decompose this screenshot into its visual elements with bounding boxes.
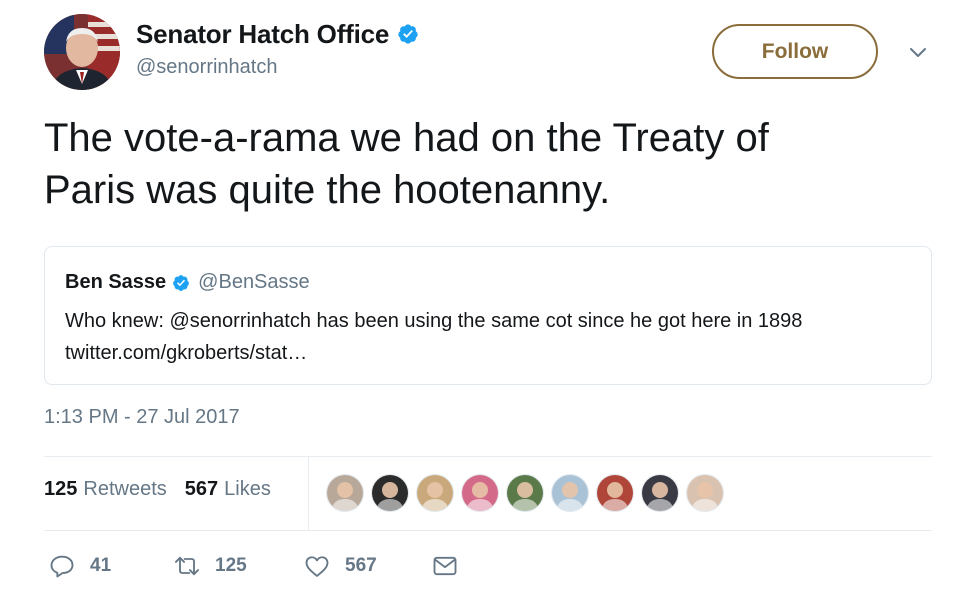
liker-avatar[interactable] [551, 474, 589, 512]
retweet-icon [174, 556, 200, 576]
quoted-link[interactable]: twitter.com/gkroberts/stat… [65, 337, 915, 369]
liker-avatar[interactable] [416, 474, 454, 512]
reply-count: 41 [90, 555, 112, 576]
reply-button[interactable]: 41 [48, 552, 173, 580]
author-info: Senator Hatch Office @senorrinhatch [136, 18, 419, 79]
quoted-tweet-header: Ben Sasse @BenSasse [65, 271, 310, 294]
tweet-stats: 125 Retweets 567 Likes [44, 478, 289, 501]
chevron-down-icon[interactable] [906, 40, 930, 64]
tweet-text-line: The vote-a-rama we had on the Treaty of [44, 116, 769, 160]
author-avatar[interactable] [44, 14, 120, 90]
liker-avatar[interactable] [371, 474, 409, 512]
retweets-count: 125 [44, 478, 78, 500]
retweets-label: Retweets [83, 478, 167, 500]
direct-message-button[interactable] [431, 552, 459, 580]
likes-count: 567 [184, 478, 219, 500]
liker-avatar[interactable] [641, 474, 679, 512]
quoted-tweet[interactable]: Ben Sasse @BenSasse Who knew: @senorrinh… [44, 246, 932, 385]
liker-avatar[interactable] [326, 474, 364, 512]
quoted-tweet-text: Who knew: @senorrinhatch has been using … [65, 305, 915, 369]
author-handle[interactable]: @senorrinhatch [136, 56, 419, 79]
follow-button[interactable]: Follow [712, 24, 878, 79]
retweets-stat[interactable]: 125 Retweets [44, 478, 167, 501]
heart-icon [305, 556, 329, 577]
tweet-actions: 41 125 567 [48, 552, 459, 580]
liker-avatar[interactable] [596, 474, 634, 512]
like-button[interactable]: 567 [303, 552, 431, 580]
liker-avatar[interactable] [686, 474, 724, 512]
tweet-timestamp[interactable]: 1:13 PM - 27 Jul 2017 [44, 406, 240, 429]
tweet-text: The vote-a-rama we had on the Treaty of … [44, 112, 924, 216]
quoted-display-name: Ben Sasse [65, 271, 167, 293]
likes-label: Likes [224, 478, 271, 500]
verified-badge-icon [173, 274, 190, 291]
tweet-card: Senator Hatch Office @senorrinhatch Foll… [0, 0, 980, 603]
liker-avatar[interactable] [461, 474, 499, 512]
divider [44, 456, 932, 457]
like-count: 567 [345, 555, 377, 576]
envelope-icon [433, 556, 457, 576]
verified-badge-icon [398, 24, 418, 44]
divider [44, 530, 932, 531]
likes-stat[interactable]: 567 Likes [185, 478, 271, 501]
retweet-button[interactable]: 125 [173, 552, 303, 580]
quoted-handle: @BenSasse [198, 271, 310, 293]
quoted-text-line: Who knew: @senorrinhatch has been using … [65, 310, 803, 332]
retweet-count: 125 [215, 555, 247, 576]
tweet-text-line: Paris was quite the hootenanny. [44, 168, 611, 212]
liker-avatar[interactable] [506, 474, 544, 512]
reply-icon [50, 555, 74, 578]
divider [308, 456, 309, 530]
likers-list [326, 474, 731, 512]
author-display-name[interactable]: Senator Hatch Office [136, 19, 389, 50]
